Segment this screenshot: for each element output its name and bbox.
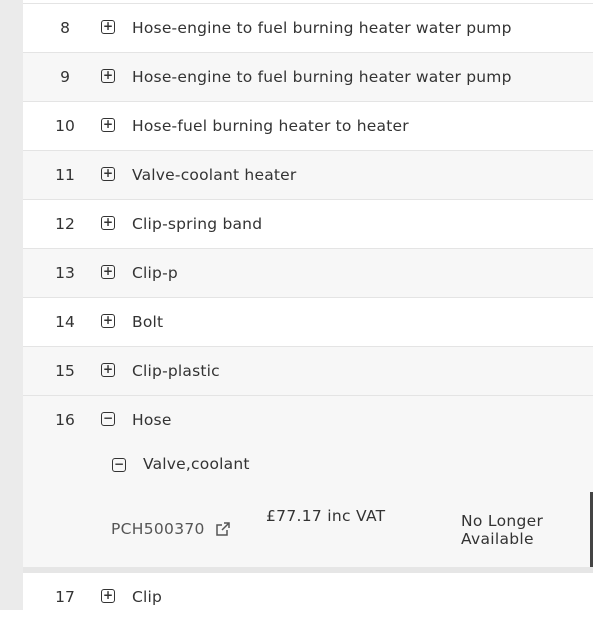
item-number: 8 [60, 19, 70, 37]
left-panel-edge [0, 0, 23, 610]
availability-status: No Longer Available [461, 512, 544, 548]
expand-plus-icon[interactable]: + [101, 363, 115, 377]
parts-row[interactable]: 9 + Hose-engine to fuel burning heater w… [23, 53, 593, 102]
sub-part-description: Valve,coolant [143, 455, 250, 473]
part-description: Clip-plastic [132, 362, 220, 380]
expand-plus-icon[interactable]: + [101, 314, 115, 328]
item-number: 11 [55, 166, 75, 184]
parts-row[interactable]: 14 + Bolt [23, 298, 593, 347]
item-number: 17 [55, 588, 75, 606]
expand-plus-icon[interactable]: + [101, 589, 115, 603]
expand-plus-icon[interactable]: + [101, 20, 115, 34]
expand-plus-icon[interactable]: + [101, 216, 115, 230]
item-number: 9 [60, 68, 70, 86]
parts-row[interactable]: 11 + Valve-coolant heater [23, 151, 593, 200]
item-number: 16 [55, 411, 75, 429]
item-number: 12 [55, 215, 75, 233]
expand-plus-icon[interactable]: + [101, 69, 115, 83]
item-number: 15 [55, 362, 75, 380]
parts-row[interactable]: 15 + Clip-plastic [23, 347, 593, 396]
part-description: Bolt [132, 313, 164, 331]
parts-row[interactable]: 17 + Clip [23, 573, 593, 622]
parts-row[interactable]: 13 + Clip-p [23, 249, 593, 298]
part-description: Hose [132, 411, 172, 429]
parts-row[interactable]: 12 + Clip-spring band [23, 200, 593, 249]
collapse-minus-icon[interactable]: − [101, 412, 115, 426]
expand-plus-icon[interactable]: + [101, 118, 115, 132]
item-number: 13 [55, 264, 75, 282]
expand-plus-icon[interactable]: + [101, 167, 115, 181]
expand-plus-icon[interactable]: + [101, 265, 115, 279]
part-description: Clip-spring band [132, 215, 263, 233]
price: £77.17 inc VAT [266, 507, 386, 525]
parts-row[interactable]: 8 + Hose-engine to fuel burning heater w… [23, 4, 593, 53]
item-number: 10 [55, 117, 75, 135]
part-description: Hose-fuel burning heater to heater [132, 117, 409, 135]
part-description: Clip [132, 588, 163, 606]
part-description: Hose-engine to fuel burning heater water… [132, 68, 512, 86]
parts-row[interactable]: 10 + Hose-fuel burning heater to heater [23, 102, 593, 151]
external-link-icon[interactable] [216, 522, 230, 536]
item-number: 14 [55, 313, 75, 331]
parts-row-expanded[interactable]: 16 − Hose [23, 396, 593, 445]
part-description: Clip-p [132, 264, 178, 282]
collapse-minus-icon[interactable]: − [112, 458, 126, 472]
part-number-link[interactable]: PCH500370 [111, 520, 205, 538]
part-description: Hose-engine to fuel burning heater water… [132, 19, 512, 37]
part-description: Valve-coolant heater [132, 166, 297, 184]
